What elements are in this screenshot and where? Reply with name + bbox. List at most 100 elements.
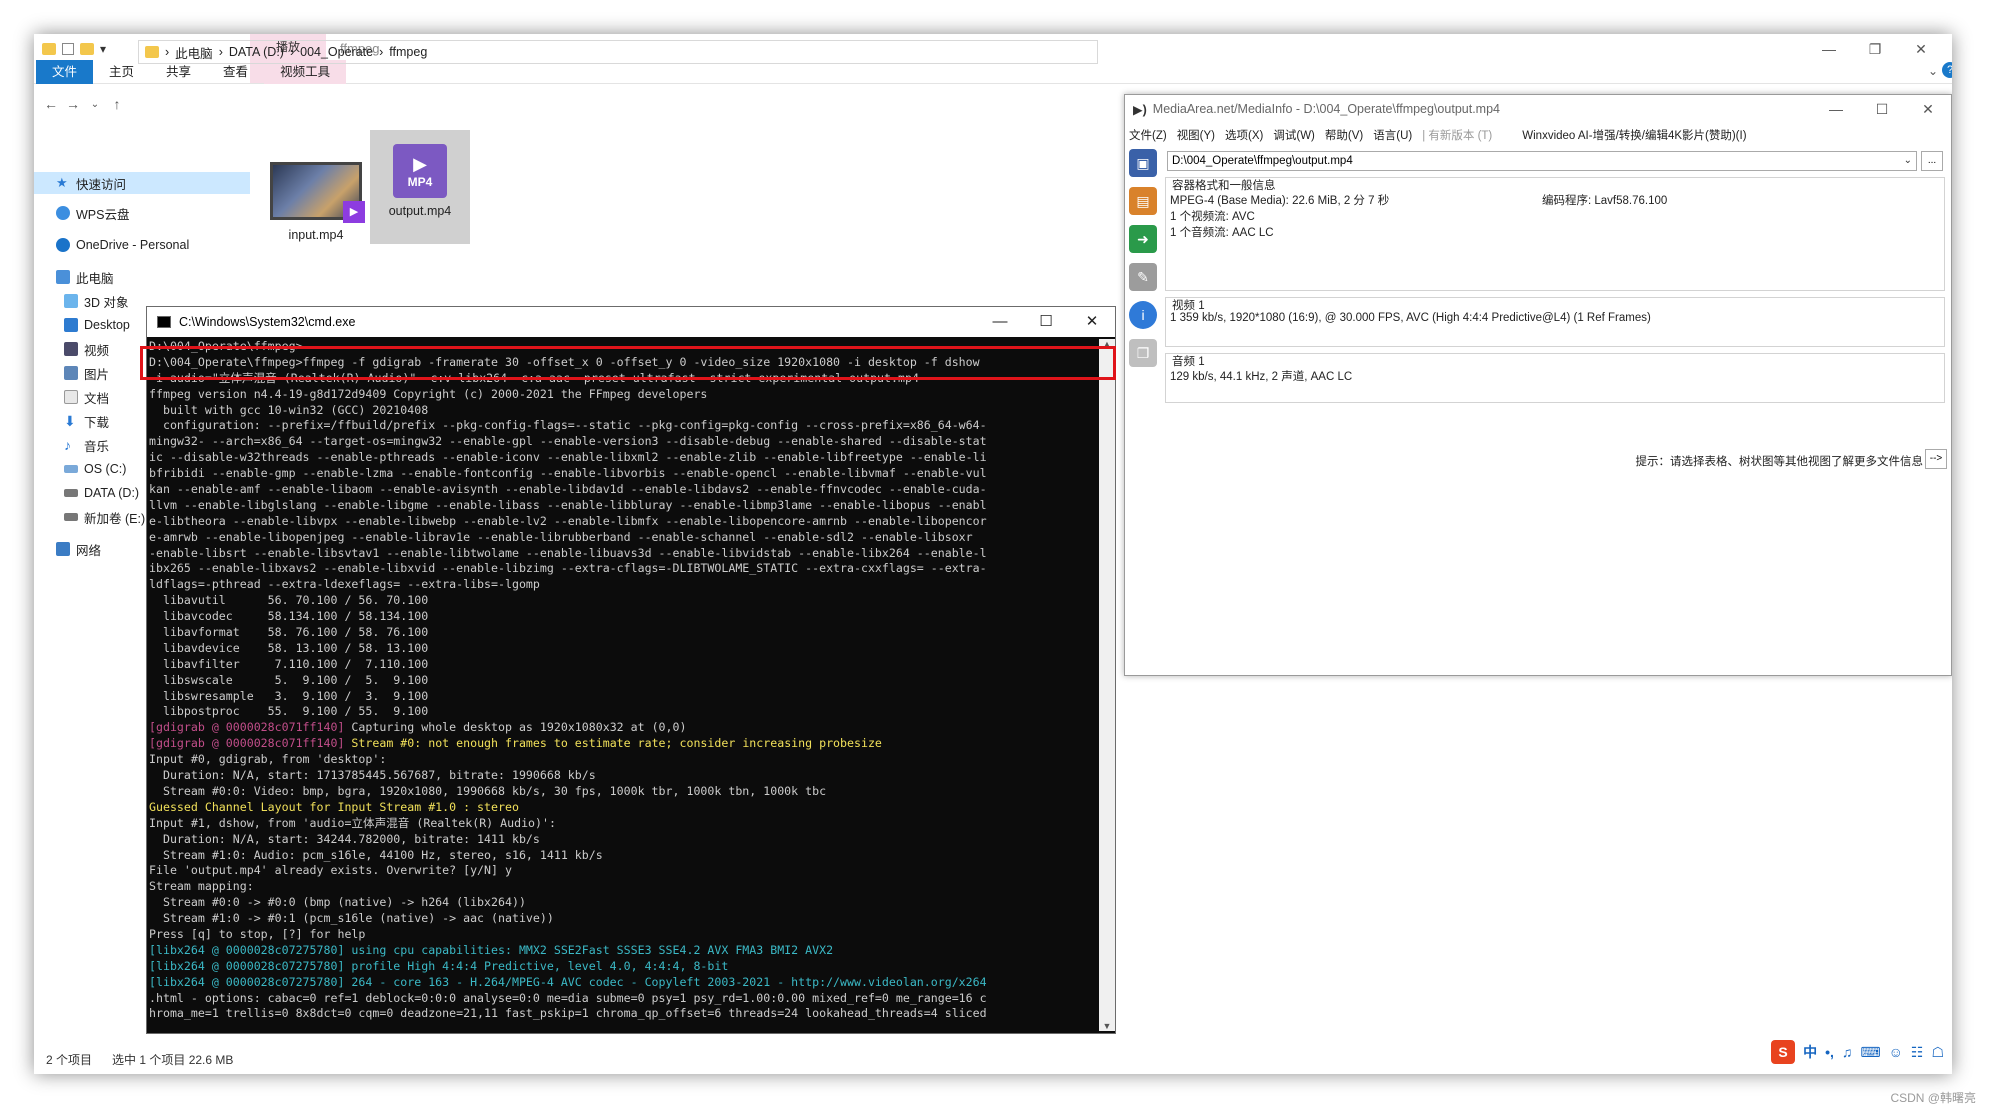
- minimize-button[interactable]: —: [977, 307, 1023, 337]
- menu-sponsor[interactable]: Winxvideo AI-增强/转换/编辑4K影片(赞助)(I): [1522, 127, 1746, 143]
- folder-icon[interactable]: [42, 43, 56, 55]
- chevron-down-icon[interactable]: ⌄: [1904, 152, 1912, 170]
- recent-dropdown-icon[interactable]: ⌄: [84, 99, 106, 110]
- general-line: 1 个视频流: AVC: [1170, 211, 1255, 223]
- console-line: [libx264 @ 0000028c07275780] using cpu c…: [149, 942, 834, 957]
- export-icon[interactable]: ➜: [1129, 225, 1157, 253]
- nav-item-pictures[interactable]: 图片: [34, 362, 109, 384]
- ime-toolbar: S 中 •, ♫ ⌨ ☺ ☷ ☖: [1771, 1040, 1944, 1064]
- preferences-icon[interactable]: ✎: [1129, 263, 1157, 291]
- status-bar: 2 个项目 选中 1 个项目 22.6 MB: [46, 1051, 233, 1068]
- nav-item-documents[interactable]: 文档: [34, 386, 109, 408]
- back-icon[interactable]: ←: [40, 96, 62, 112]
- ime-emoji-icon[interactable]: ☺: [1889, 1044, 1903, 1060]
- breadcrumb-item[interactable]: ffmpeg: [389, 45, 427, 59]
- file-select-combo[interactable]: D:\004_Operate\ffmpeg\output.mp4 ⌄: [1167, 151, 1917, 171]
- menu-file[interactable]: 文件(Z): [1129, 127, 1167, 143]
- breadcrumb-item[interactable]: 004_Operate: [300, 45, 373, 59]
- nav-label: 视频: [84, 343, 110, 358]
- restore-button[interactable]: ❐: [1852, 36, 1898, 62]
- browse-button[interactable]: ...: [1921, 151, 1943, 171]
- nav-item-music[interactable]: ♪ 音乐: [34, 434, 109, 456]
- minimize-button[interactable]: —: [1806, 36, 1852, 62]
- nav-item-quick-access[interactable]: ★ 快速访问: [34, 172, 250, 194]
- menu-options[interactable]: 选项(X): [1225, 127, 1263, 143]
- picture-icon: [64, 366, 78, 380]
- cmd-window[interactable]: C:\Windows\System32\cmd.exe — ☐ ✕ D:\004…: [146, 306, 1116, 1034]
- close-button[interactable]: ✕: [1905, 95, 1951, 123]
- cmd-window-controls: — ☐ ✕: [977, 307, 1115, 337]
- maximize-button[interactable]: ☐: [1023, 307, 1069, 337]
- console-line: ic --disable-w32threads --enable-pthread…: [149, 450, 987, 465]
- log-message: Capturing whole desktop as 1920x1080x32 …: [344, 720, 687, 735]
- properties-icon[interactable]: [62, 43, 74, 55]
- console-output[interactable]: D:\004_Operate\ffmpeg> D:\004_Operate\ffm…: [149, 339, 1099, 1031]
- qat-dropdown-icon[interactable]: ▾: [100, 42, 106, 56]
- menu-help[interactable]: 帮助(V): [1325, 127, 1363, 143]
- nav-item-videos[interactable]: 视频: [34, 338, 109, 360]
- nav-item-onedrive[interactable]: OneDrive - Personal: [34, 234, 189, 256]
- ime-skin-icon[interactable]: ☖: [1931, 1044, 1944, 1061]
- nav-item-3d-objects[interactable]: 3D 对象: [34, 290, 128, 312]
- log-tag: [gdigrab @ 0000028c071ff140]: [149, 736, 345, 751]
- breadcrumb-item[interactable]: 此电脑: [175, 43, 213, 62]
- breadcrumb-item[interactable]: DATA (D:): [229, 45, 284, 59]
- nav-label: 音乐: [84, 439, 110, 454]
- console-line: Guessed Channel Layout for Input Stream …: [149, 799, 519, 814]
- console-line: configuration: --prefix=/ffbuild/prefix …: [149, 418, 987, 433]
- scroll-down-icon[interactable]: ▼: [1099, 1021, 1115, 1031]
- vertical-scrollbar[interactable]: ▲ ▼: [1099, 339, 1115, 1031]
- mediainfo-app-icon: ▶): [1133, 102, 1147, 117]
- close-button[interactable]: ✕: [1069, 307, 1115, 337]
- menu-language[interactable]: 语言(U): [1373, 127, 1412, 143]
- open-file-icon[interactable]: ▣: [1129, 149, 1157, 177]
- drive-icon: [64, 513, 78, 521]
- nav-item-drive-e[interactable]: 新加卷 (E:): [34, 506, 145, 528]
- address-bar[interactable]: › 此电脑 › DATA (D:) › 004_Operate › ffmpeg: [138, 40, 1098, 64]
- view-hint-button[interactable]: -->: [1925, 449, 1947, 469]
- folder-icon: [145, 46, 159, 58]
- up-icon[interactable]: ↑: [106, 96, 128, 112]
- info-icon[interactable]: i: [1129, 301, 1157, 329]
- close-button[interactable]: ✕: [1898, 36, 1944, 62]
- console-line: Stream #0:0: Video: bmp, bgra, 1920x1080…: [149, 783, 827, 798]
- music-icon: ♪: [64, 437, 71, 453]
- log-tag: [gdigrab @ 0000028c071ff140]: [149, 720, 345, 735]
- menu-view[interactable]: 视图(Y): [1177, 127, 1215, 143]
- console-line: mingw32- --arch=x86_64 --target-os=mingw…: [149, 434, 987, 449]
- ime-voice-icon[interactable]: ♫: [1842, 1044, 1853, 1060]
- video-icon: [64, 342, 78, 356]
- nav-item-this-pc[interactable]: 此电脑: [34, 266, 114, 288]
- file-input-mp4[interactable]: ▶ input.mp4: [266, 162, 366, 242]
- nav-item-desktop[interactable]: Desktop: [34, 314, 130, 336]
- ime-keyboard-icon[interactable]: ⌨: [1860, 1044, 1880, 1061]
- cmd-titlebar: C:\Windows\System32\cmd.exe — ☐ ✕: [147, 307, 1115, 337]
- computer-icon: [56, 270, 70, 284]
- audio-header: 音频 1: [1172, 356, 1205, 368]
- nav-item-drive-c[interactable]: OS (C:): [34, 458, 126, 480]
- nav-item-network[interactable]: 网络: [34, 538, 101, 560]
- console-line: bfribidi --enable-gmp --enable-lzma --en…: [149, 466, 987, 481]
- nav-item-downloads[interactable]: ⬇ 下载: [34, 410, 109, 432]
- file-output-mp4[interactable]: ▶ MP4 output.mp4: [370, 130, 470, 244]
- ime-punctuation-icon[interactable]: •,: [1825, 1044, 1834, 1060]
- about-icon[interactable]: ❐: [1129, 339, 1157, 367]
- console-line: Stream #0:0 -> #0:0 (bmp (native) -> h26…: [149, 895, 526, 910]
- sogou-logo-icon[interactable]: S: [1771, 1040, 1796, 1064]
- ribbon-expand-icon[interactable]: ⌄: [1928, 64, 1938, 78]
- menu-new-version[interactable]: | 有新版本 (T): [1422, 127, 1492, 143]
- menu-debug[interactable]: 调试(W): [1273, 127, 1315, 143]
- minimize-button[interactable]: —: [1813, 95, 1859, 123]
- nav-item-drive-d[interactable]: DATA (D:): [34, 482, 139, 504]
- ime-mode-chinese[interactable]: 中: [1803, 1042, 1817, 1062]
- tab-file[interactable]: 文件: [36, 59, 94, 84]
- maximize-button[interactable]: ☐: [1859, 95, 1905, 123]
- mediainfo-window[interactable]: ▶) MediaArea.net/MediaInfo - D:\004_Oper…: [1124, 94, 1952, 676]
- help-icon[interactable]: ?: [1942, 62, 1952, 78]
- open-folder-icon[interactable]: ▤: [1129, 187, 1157, 215]
- video-thumbnail: ▶: [270, 162, 365, 223]
- forward-icon[interactable]: →: [62, 96, 84, 112]
- ime-toolbox-icon[interactable]: ☷: [1911, 1044, 1924, 1061]
- new-folder-icon[interactable]: [80, 43, 94, 55]
- nav-item-wps-cloud[interactable]: WPS云盘: [34, 202, 129, 224]
